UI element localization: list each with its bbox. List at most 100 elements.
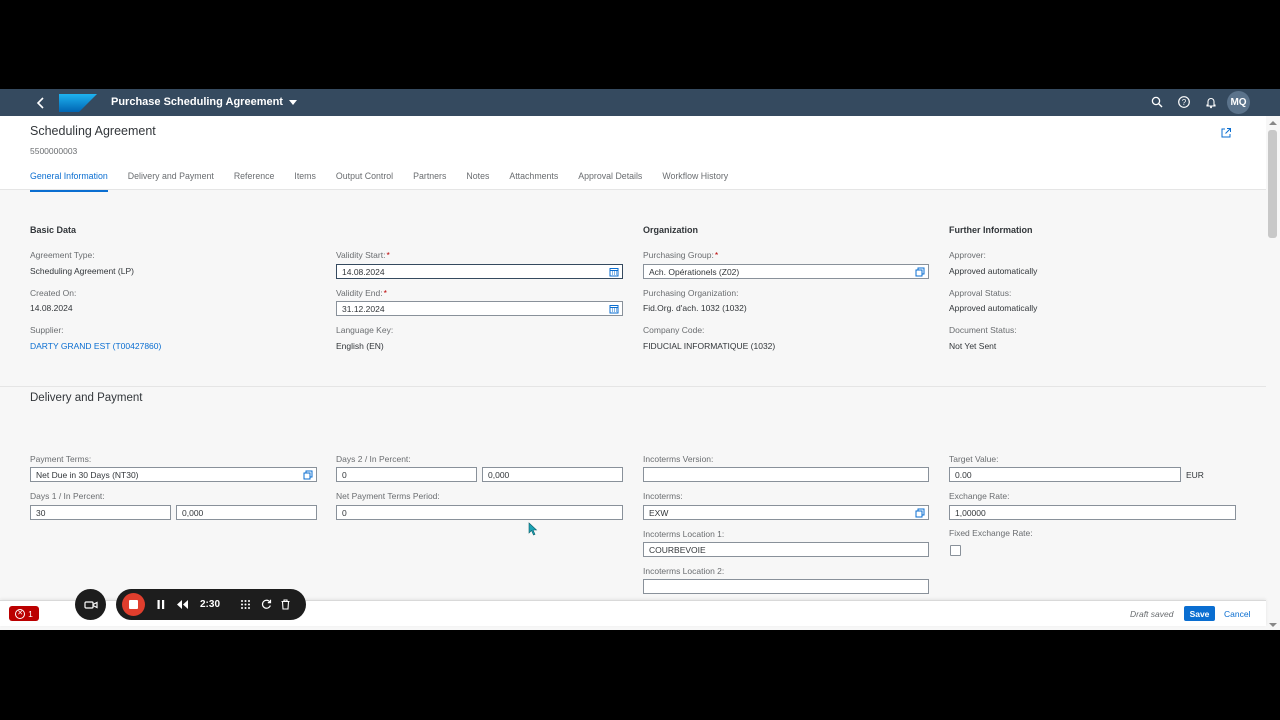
- target-value-label: Target Value:: [949, 454, 999, 464]
- language-key-label: Language Key:: [336, 325, 394, 335]
- caret-down-icon: [288, 99, 297, 105]
- back-icon[interactable]: [33, 95, 49, 111]
- company-code-value: FIDUCIAL INFORMATIQUE (1032): [643, 341, 776, 351]
- tab-items[interactable]: Items: [294, 171, 316, 192]
- purchasing-group-label: Purchasing Group:*: [643, 250, 719, 260]
- created-on-label: Created On:: [30, 288, 77, 298]
- scrollbar-thumb[interactable]: [1268, 130, 1277, 238]
- days1-field[interactable]: 30: [30, 505, 171, 520]
- vertical-scrollbar[interactable]: [1266, 116, 1280, 630]
- error-count: 1: [28, 608, 33, 619]
- incoterms-label: Incoterms:: [643, 491, 683, 501]
- trash-icon[interactable]: [280, 599, 291, 610]
- user-avatar[interactable]: MQ: [1227, 91, 1250, 114]
- document-status-value: Not Yet Sent: [949, 341, 997, 351]
- payment-terms-label: Payment Terms:: [30, 454, 92, 464]
- fixed-exchange-rate-checkbox[interactable]: [950, 545, 961, 556]
- tab-output-control[interactable]: Output Control: [336, 171, 393, 192]
- shell-bar: Purchase Scheduling Agreement ? MQ: [0, 89, 1280, 116]
- validity-end-field[interactable]: 31.12.2024: [336, 301, 623, 316]
- video-camera-icon: [83, 600, 98, 609]
- language-key-value: English (EN): [336, 341, 384, 351]
- calendar-icon[interactable]: [609, 267, 619, 277]
- value-help-icon[interactable]: [915, 267, 925, 277]
- app-title-menu[interactable]: Purchase Scheduling Agreement: [111, 96, 297, 108]
- validity-start-value: 14.08.2024: [342, 267, 385, 277]
- days1-percent-field[interactable]: 0,000: [176, 505, 317, 520]
- company-code-label: Company Code:: [643, 325, 705, 335]
- rewind-icon[interactable]: [176, 599, 189, 610]
- tab-attachments[interactable]: Attachments: [509, 171, 558, 192]
- tab-delivery-and-payment[interactable]: Delivery and Payment: [128, 171, 214, 192]
- tab-approval-details[interactable]: Approval Details: [578, 171, 642, 192]
- days1-label: Days 1 / In Percent:: [30, 491, 105, 501]
- supplier-label: Supplier:: [30, 325, 64, 335]
- cancel-button[interactable]: Cancel: [1224, 609, 1250, 619]
- incoterms-version-field[interactable]: [643, 467, 929, 482]
- incoterms-location2-field[interactable]: [643, 579, 929, 594]
- stop-recording-button[interactable]: [122, 593, 145, 616]
- approval-status-value: Approved automatically: [949, 303, 1038, 313]
- calendar-icon[interactable]: [609, 304, 619, 314]
- incoterms-field[interactable]: EXW: [643, 505, 929, 520]
- supplier-link[interactable]: DARTY GRAND EST (T00427860): [30, 341, 161, 351]
- value-help-icon[interactable]: [915, 508, 925, 518]
- incoterms-location2-label: Incoterms Location 2:: [643, 566, 725, 576]
- help-icon[interactable]: ?: [1177, 95, 1191, 109]
- agreement-type-value: Scheduling Agreement (LP): [30, 266, 134, 276]
- bell-icon[interactable]: [1204, 95, 1218, 109]
- delivery-payment-section-title: Delivery and Payment: [30, 392, 143, 404]
- tab-workflow-history[interactable]: Workflow History: [662, 171, 728, 192]
- further-info-title: Further Information: [949, 225, 1033, 235]
- purchasing-org-value: Fid.Org. d'ach. 1032 (1032): [643, 303, 747, 313]
- days2-percent-field[interactable]: 0,000: [482, 467, 623, 482]
- incoterms-location1-label: Incoterms Location 1:: [643, 529, 725, 539]
- save-button[interactable]: Save: [1184, 606, 1215, 621]
- error-icon: ✕: [15, 608, 26, 619]
- basic-data-title: Basic Data: [30, 225, 77, 235]
- search-icon[interactable]: [1150, 95, 1164, 109]
- purchasing-group-field[interactable]: Ach. Opérationels (Z02): [643, 264, 929, 279]
- scroll-up-arrow-icon[interactable]: [1269, 121, 1277, 125]
- pause-icon[interactable]: [156, 599, 166, 610]
- validity-end-label: Validity End:*: [336, 288, 387, 298]
- validity-start-field[interactable]: 14.08.2024: [336, 264, 623, 279]
- app-title: Purchase Scheduling Agreement: [111, 96, 283, 108]
- document-status-label: Document Status:: [949, 325, 1017, 335]
- mouse-cursor-icon: [528, 522, 538, 536]
- incoterms-version-label: Incoterms Version:: [643, 454, 714, 464]
- value-help-icon[interactable]: [303, 470, 313, 480]
- restart-icon[interactable]: [261, 599, 272, 610]
- days2-field[interactable]: 0: [336, 467, 477, 482]
- recording-timer: 2:30: [200, 599, 221, 610]
- exchange-rate-field[interactable]: 1,00000: [949, 505, 1236, 520]
- scroll-down-arrow-icon[interactable]: [1269, 623, 1277, 627]
- tab-bar: General Information Delivery and Payment…: [30, 171, 728, 192]
- recorder-camera-button[interactable]: [75, 589, 106, 620]
- document-number: 5500000003: [30, 146, 78, 156]
- purchasing-org-label: Purchasing Organization:: [643, 288, 739, 298]
- grid-icon[interactable]: [240, 599, 251, 610]
- fixed-exchange-rate-label: Fixed Exchange Rate:: [949, 528, 1033, 538]
- app-window: Purchase Scheduling Agreement ? MQ Sched…: [0, 89, 1280, 630]
- tab-reference[interactable]: Reference: [234, 171, 275, 192]
- target-value-field[interactable]: 0.00: [949, 467, 1181, 482]
- payment-terms-field[interactable]: Net Due in 30 Days (NT30): [30, 467, 317, 482]
- page-title: Scheduling Agreement: [30, 124, 156, 138]
- created-on-value: 14.08.2024: [30, 303, 73, 313]
- net-payment-period-field[interactable]: 0: [336, 505, 623, 520]
- target-currency: EUR: [1186, 470, 1204, 480]
- tab-partners[interactable]: Partners: [413, 171, 446, 192]
- purchasing-group-value: Ach. Opérationels (Z02): [649, 267, 740, 277]
- share-icon[interactable]: [1220, 127, 1232, 139]
- incoterms-location1-field[interactable]: COURBEVOIE: [643, 542, 929, 557]
- sap-logo[interactable]: [59, 94, 97, 112]
- message-popover-button[interactable]: ✕ 1: [9, 606, 39, 621]
- exchange-rate-label: Exchange Rate:: [949, 491, 1010, 501]
- agreement-type-label: Agreement Type:: [30, 250, 95, 260]
- payment-terms-value: Net Due in 30 Days (NT30): [36, 470, 139, 480]
- tab-notes[interactable]: Notes: [466, 171, 489, 192]
- approver-label: Approver:: [949, 250, 986, 260]
- tab-general-information[interactable]: General Information: [30, 171, 108, 192]
- svg-text:?: ?: [1182, 98, 1187, 107]
